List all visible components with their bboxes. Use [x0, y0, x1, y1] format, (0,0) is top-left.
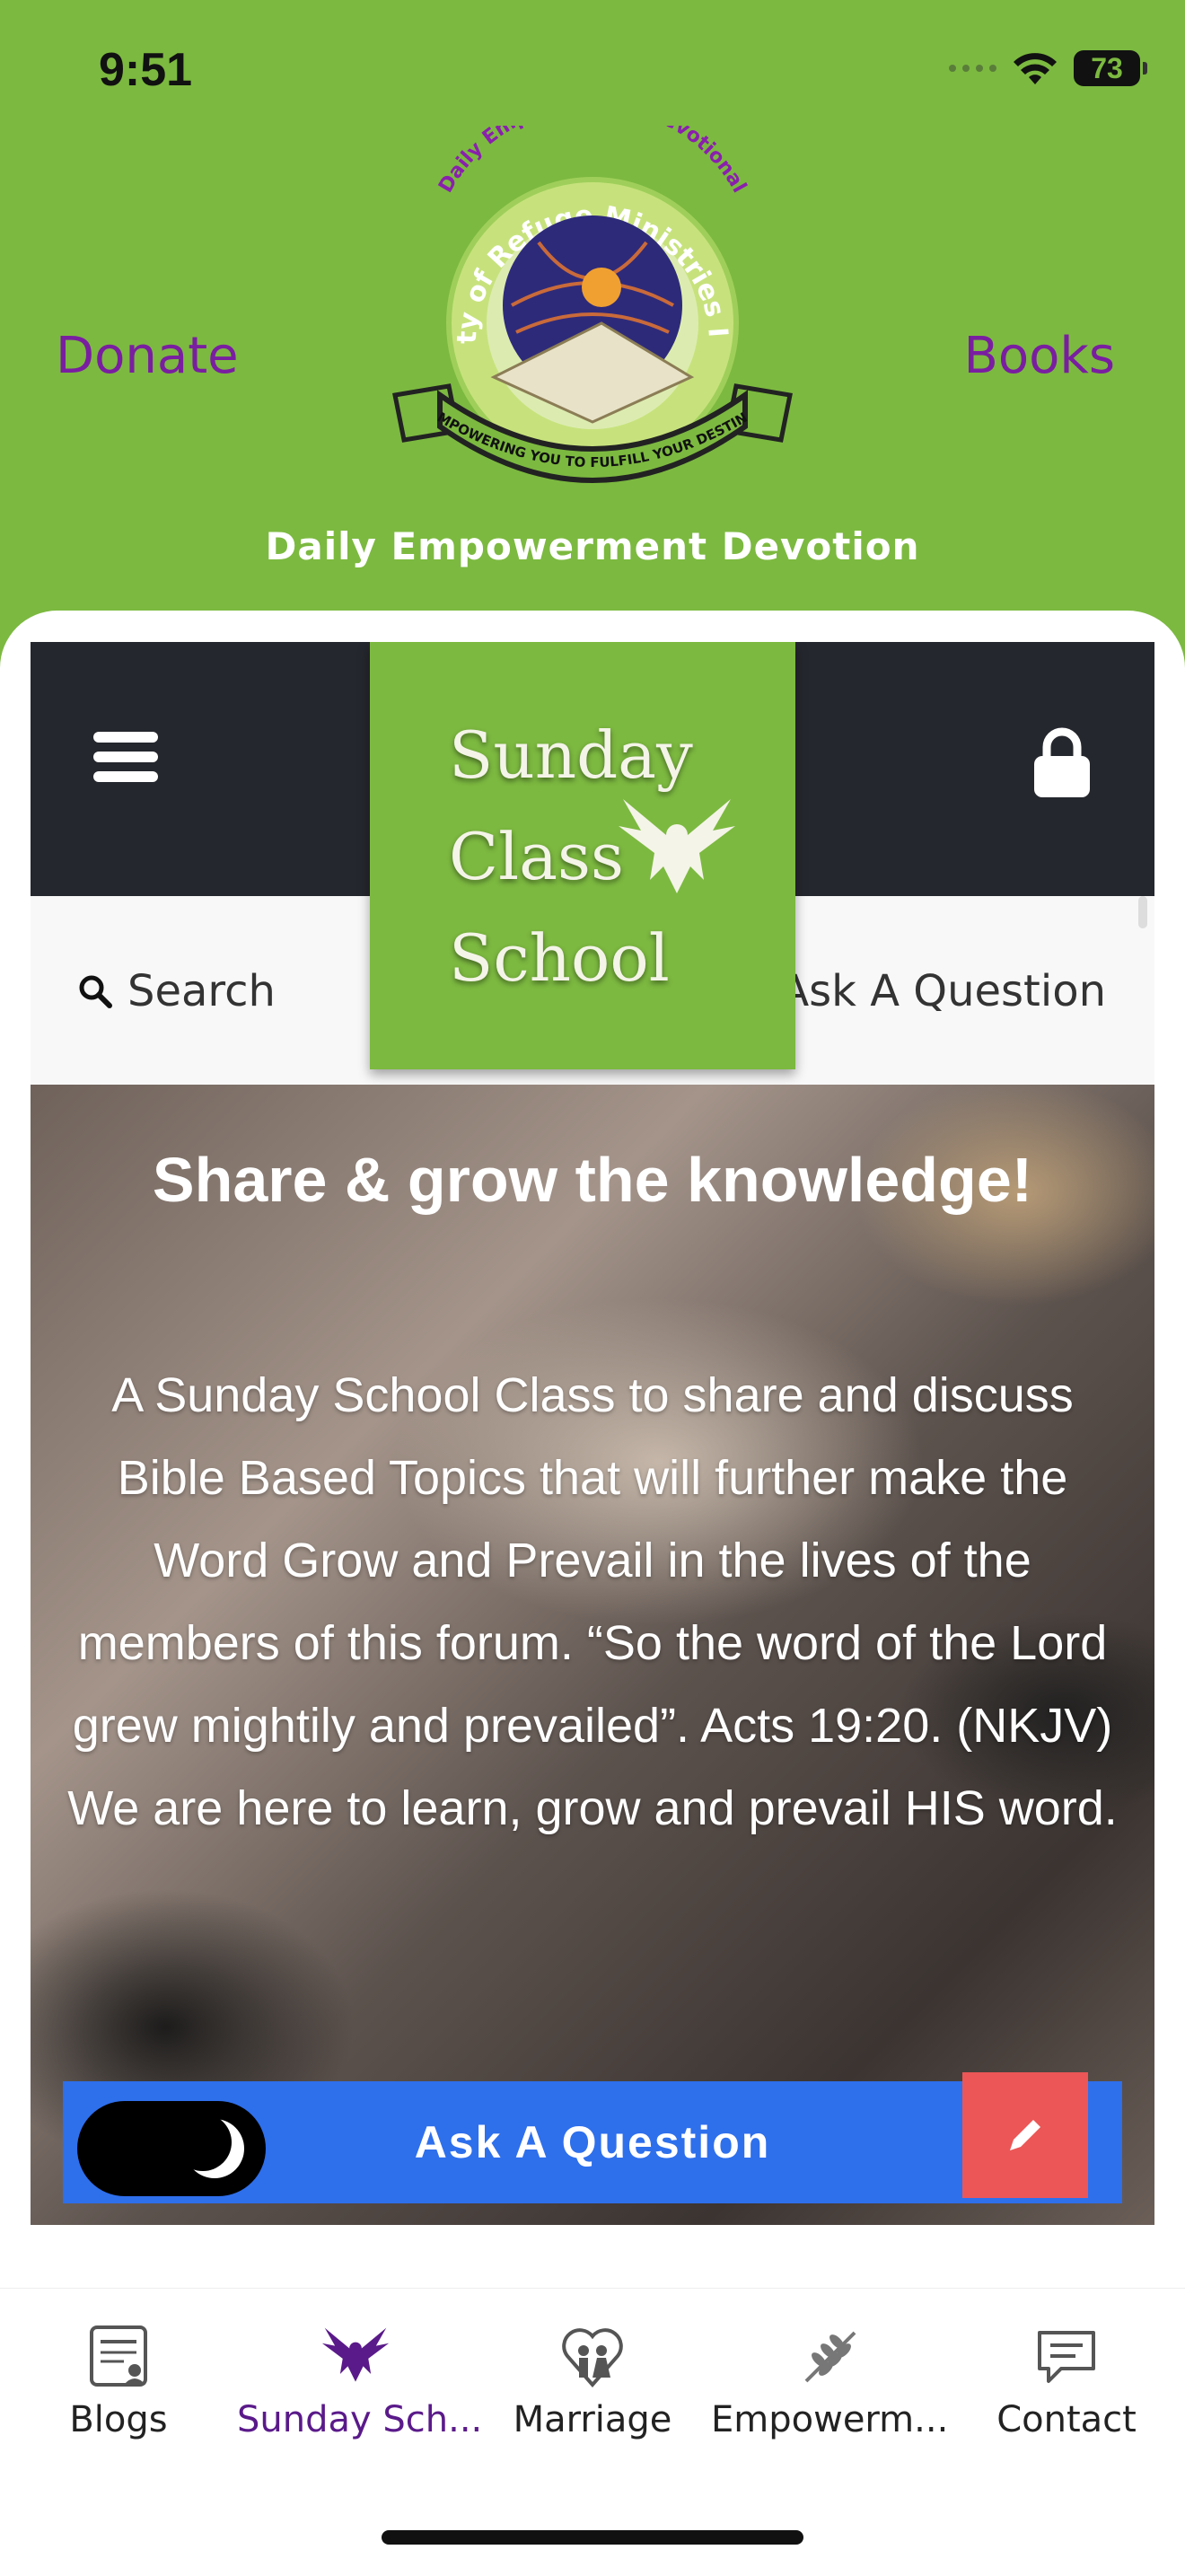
menu-icon[interactable]	[93, 732, 158, 782]
blog-icon	[90, 2325, 147, 2387]
status-icons: 73	[949, 50, 1147, 86]
tab-contact[interactable]: Contact	[948, 2320, 1185, 2440]
ministry-logo: Daily Empowerment Devotional City of Ref…	[377, 126, 793, 483]
eagle-icon	[619, 799, 735, 893]
search-link[interactable]: Search	[77, 966, 276, 1016]
tab-marriage[interactable]: Marriage	[474, 2320, 711, 2440]
site-logo-line: School	[449, 920, 670, 996]
pencil-icon	[1010, 2120, 1040, 2150]
eagle-icon	[321, 2327, 390, 2382]
battery-level: 73	[1091, 51, 1123, 84]
hero-description: A Sunday School Class to share and discu…	[67, 1368, 1118, 1835]
search-label: Search	[127, 966, 276, 1016]
books-link[interactable]: Books	[963, 327, 1115, 385]
search-icon	[79, 975, 112, 1008]
battery-icon: 73	[1074, 50, 1147, 86]
tab-label: Sunday Sch...	[237, 2399, 483, 2440]
tab-label: Empowerm...	[711, 2399, 949, 2440]
moon-icon	[174, 2114, 244, 2178]
tab-blogs[interactable]: Blogs	[0, 2320, 237, 2440]
edit-button[interactable]	[962, 2072, 1088, 2198]
couple-heart-icon	[562, 2328, 623, 2388]
app-subtitle: Daily Empowerment Devotion	[265, 524, 920, 568]
tab-label: Marriage	[513, 2399, 672, 2440]
home-indicator[interactable]	[382, 2530, 803, 2545]
hero-title: Share & grow the knowledge!	[152, 1145, 1033, 1215]
wifi-icon	[1014, 53, 1057, 84]
leaf-icon	[804, 2331, 856, 2383]
dark-mode-toggle[interactable]	[77, 2101, 266, 2196]
signal-icon	[949, 65, 996, 72]
site-logo-line: Sunday	[449, 717, 693, 793]
donate-link[interactable]: Donate	[56, 327, 239, 385]
webview[interactable]: Search Ask A Question Sunday Class Schoo…	[31, 642, 1154, 2225]
site-logo[interactable]: Sunday Class School	[370, 642, 795, 1069]
ask-question-link[interactable]: Ask A Question	[779, 966, 1106, 1016]
hero-section: Share & grow the knowledge! A Sunday Sch…	[31, 1085, 1154, 2225]
tab-sunday-school[interactable]: Sunday Sch...	[237, 2320, 483, 2440]
lock-icon[interactable]	[1032, 727, 1092, 799]
scrollbar[interactable]	[1138, 896, 1147, 928]
tab-label: Blogs	[69, 2399, 168, 2440]
tab-empowerment[interactable]: Empowerm...	[711, 2320, 948, 2440]
status-time: 9:51	[99, 44, 193, 96]
chat-icon	[1038, 2331, 1095, 2383]
tab-label: Contact	[996, 2399, 1137, 2440]
